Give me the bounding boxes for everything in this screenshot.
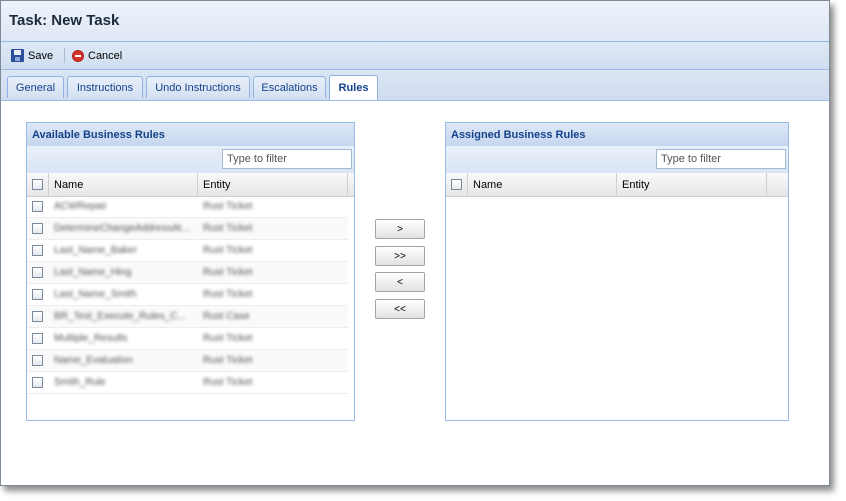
assigned-rules-panel: Assigned Business Rules Name Entity	[445, 122, 789, 421]
assigned-filter-bar	[446, 146, 788, 174]
available-filter-input[interactable]	[222, 149, 352, 169]
available-rule-row[interactable]: BR_Test_Execute_Rules_C... Rust Case	[27, 306, 348, 328]
available-rule-row[interactable]: ACWRepair Rust Ticket	[27, 196, 348, 218]
tab-rules[interactable]: Rules	[329, 75, 378, 100]
available-rules-header: Available Business Rules	[27, 123, 354, 147]
rule-row-checkbox[interactable]	[32, 377, 43, 388]
rule-entity: Rust Ticket	[203, 245, 253, 256]
rule-entity: Rust Case	[203, 311, 250, 322]
rule-entity: Rust Ticket	[203, 223, 253, 234]
available-rule-row[interactable]: DetermineChangeAddressAt... Rust Ticket	[27, 218, 348, 240]
tab-undo-instructions[interactable]: Undo Instructions	[146, 76, 250, 98]
available-rule-row[interactable]: Last_Name_Smith Rust Ticket	[27, 284, 348, 306]
available-rule-row[interactable]: Multiple_Results Rust Ticket	[27, 328, 348, 350]
rule-entity: Rust Ticket	[203, 267, 253, 278]
tab-escalations[interactable]: Escalations	[253, 76, 326, 98]
toolbar-separator	[64, 48, 65, 63]
available-select-all-checkbox[interactable]	[32, 179, 43, 190]
rule-entity: Rust Ticket	[203, 289, 253, 300]
select-all-column	[27, 173, 49, 196]
available-name-column-header[interactable]: Name	[49, 173, 198, 196]
rule-entity: Rust Ticket	[203, 201, 253, 212]
assigned-rules-header: Assigned Business Rules	[446, 123, 788, 147]
action-toolbar: Save Cancel	[1, 42, 829, 70]
select-all-column	[446, 173, 468, 196]
available-rule-row[interactable]: Name_Evaluation Rust Ticket	[27, 350, 348, 372]
rule-row-checkbox[interactable]	[32, 333, 43, 344]
tab-instructions[interactable]: Instructions	[67, 76, 143, 98]
rule-name: Last_Name_Hing	[54, 267, 132, 278]
available-rule-row[interactable]: Last_Name_Hing Rust Ticket	[27, 262, 348, 284]
rule-entity: Rust Ticket	[203, 333, 253, 344]
rule-entity: Rust Ticket	[203, 377, 253, 388]
available-rule-row[interactable]: Last_Name_Baker Rust Ticket	[27, 240, 348, 262]
rule-row-checkbox[interactable]	[32, 267, 43, 278]
available-rules-title: Available Business Rules	[32, 129, 165, 141]
save-icon	[11, 49, 24, 62]
rule-row-checkbox[interactable]	[32, 223, 43, 234]
cancel-button[interactable]: Cancel	[72, 47, 122, 64]
available-rule-row[interactable]: Smith_Rule Rust Ticket	[27, 372, 348, 394]
assigned-rules-title: Assigned Business Rules	[451, 129, 586, 141]
cancel-icon	[72, 49, 84, 62]
rule-row-checkbox[interactable]	[32, 201, 43, 212]
rule-row-checkbox[interactable]	[32, 289, 43, 300]
save-button[interactable]: Save	[11, 47, 53, 64]
rule-name: BR_Test_Execute_Rules_C...	[54, 311, 186, 322]
assigned-entity-column-header[interactable]: Entity	[617, 173, 767, 196]
rule-name: DetermineChangeAddressAt...	[54, 223, 190, 234]
rule-name: Last_Name_Baker	[54, 245, 137, 256]
add-all-button[interactable]: >>	[375, 246, 425, 266]
rule-entity: Rust Ticket	[203, 355, 253, 366]
title-bar: Task: New Task	[1, 1, 829, 42]
available-entity-column-header[interactable]: Entity	[198, 173, 348, 196]
available-grid-header: Name Entity	[27, 173, 354, 197]
task-window: Task: New Task Save Cancel General Instr…	[0, 0, 830, 486]
assigned-select-all-checkbox[interactable]	[451, 179, 462, 190]
save-label: Save	[28, 49, 54, 62]
remove-selected-button[interactable]: <	[375, 272, 425, 292]
add-selected-button[interactable]: >	[375, 219, 425, 239]
rule-name: Last_Name_Smith	[54, 289, 137, 300]
assigned-grid-header: Name Entity	[446, 173, 788, 197]
remove-all-button[interactable]: <<	[375, 299, 425, 319]
rule-name: Smith_Rule	[54, 377, 106, 388]
cancel-label: Cancel	[88, 49, 123, 62]
tab-general[interactable]: General	[7, 76, 64, 98]
assigned-filter-input[interactable]	[656, 149, 786, 169]
rule-name: Multiple_Results	[54, 333, 128, 344]
rule-row-checkbox[interactable]	[32, 355, 43, 366]
assigned-name-column-header[interactable]: Name	[468, 173, 617, 196]
rule-name: Name_Evaluation	[54, 355, 133, 366]
page-title: Task: New Task	[9, 12, 120, 29]
available-filter-bar	[27, 146, 354, 174]
tab-strip: General Instructions Undo Instructions E…	[1, 70, 829, 101]
rule-row-checkbox[interactable]	[32, 245, 43, 256]
available-rules-panel: Available Business Rules Name Entity ACW…	[26, 122, 355, 421]
rule-name: ACWRepair	[54, 201, 107, 212]
rule-row-checkbox[interactable]	[32, 311, 43, 322]
